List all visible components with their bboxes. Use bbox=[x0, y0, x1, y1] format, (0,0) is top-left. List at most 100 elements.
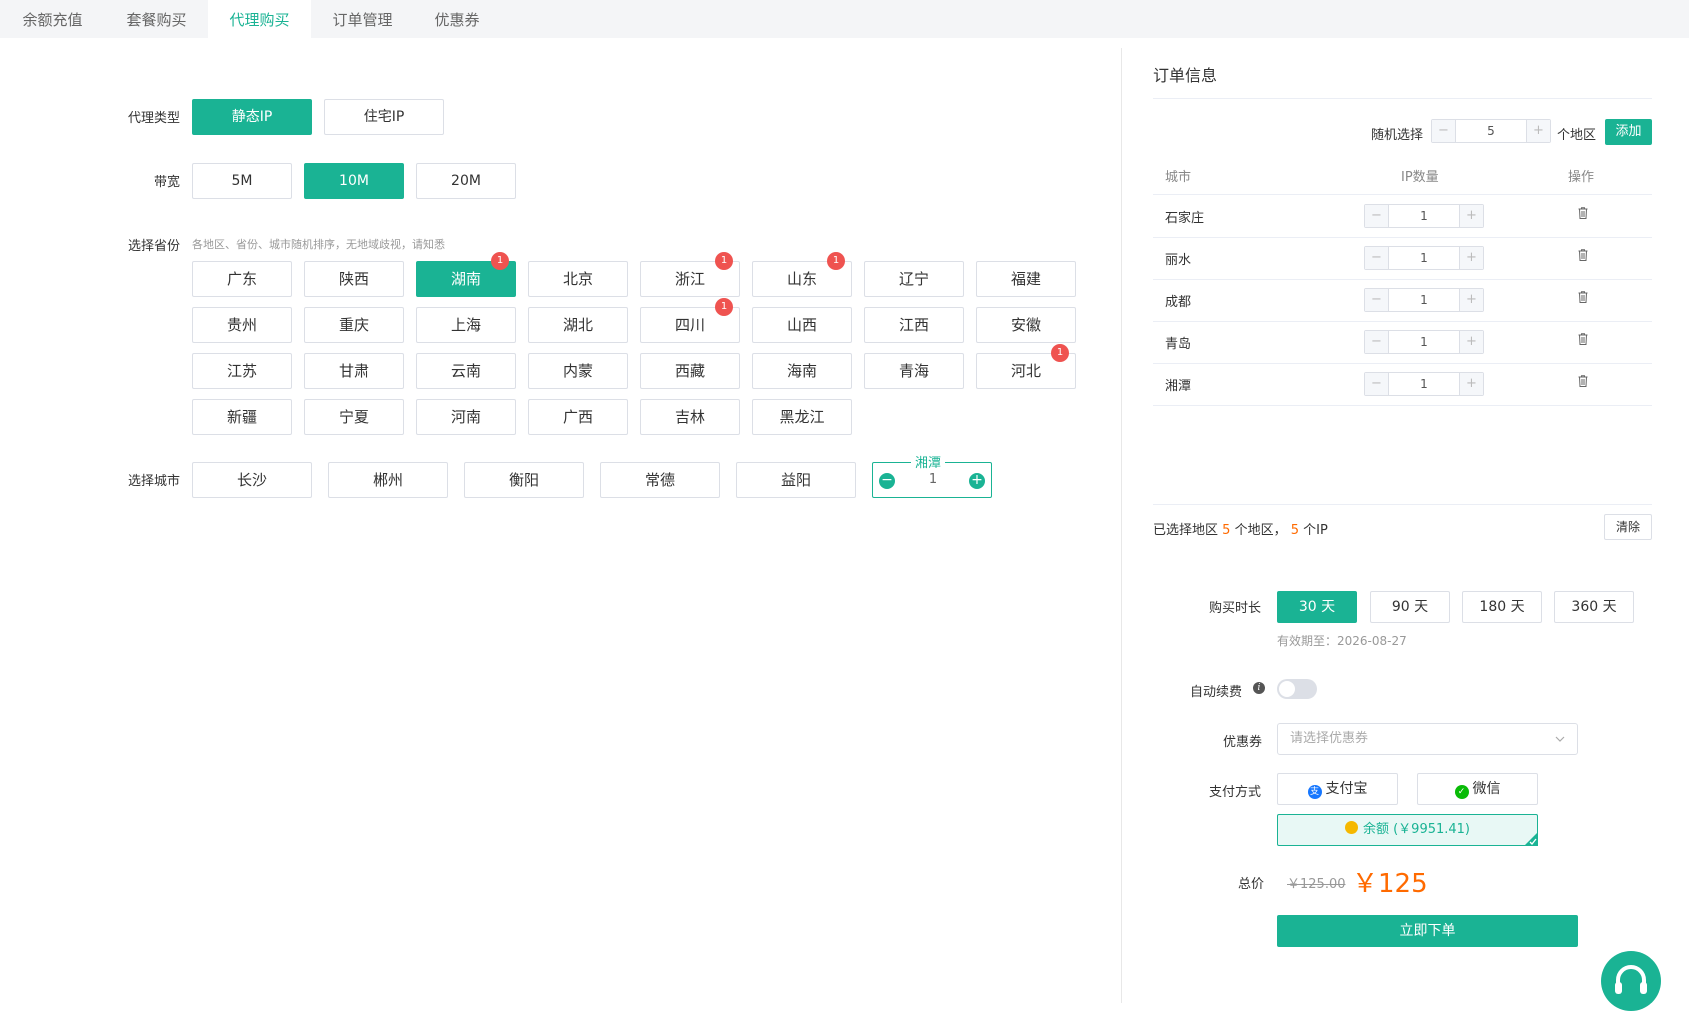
duration-180-button[interactable]: 180 天 bbox=[1462, 591, 1542, 623]
info-icon: i bbox=[1253, 682, 1265, 694]
province-button[interactable]: 湖北 bbox=[528, 307, 628, 343]
bandwidth-20m-button[interactable]: 20M bbox=[416, 163, 516, 199]
province-button[interactable]: 四川 1 bbox=[640, 298, 740, 343]
province-button[interactable]: 海南 bbox=[752, 353, 852, 389]
qty-plus-button[interactable]: + bbox=[1459, 373, 1483, 395]
stepper-plus-button[interactable]: + bbox=[969, 473, 985, 489]
qty-plus-button[interactable]: + bbox=[1459, 331, 1483, 353]
province-name: 贵州 bbox=[226, 316, 257, 334]
trash-icon[interactable] bbox=[1578, 291, 1588, 303]
province-label: 选择省份 bbox=[127, 239, 180, 254]
city-button-changde[interactable]: 常德 bbox=[600, 462, 720, 498]
tab-package-purchase[interactable]: 套餐购买 bbox=[105, 0, 208, 38]
qty-value[interactable]: 1 bbox=[1389, 331, 1459, 353]
province-button[interactable]: 重庆 bbox=[304, 307, 404, 343]
province-button[interactable]: 福建 bbox=[976, 261, 1076, 297]
qty-value[interactable]: 1 bbox=[1389, 247, 1459, 269]
pay-wechat-button[interactable]: ✓ 微信 bbox=[1417, 773, 1538, 805]
bandwidth-10m-button[interactable]: 10M bbox=[304, 163, 404, 199]
tab-proxy-purchase[interactable]: 代理购买 bbox=[208, 0, 311, 38]
qty-plus-button[interactable]: + bbox=[1459, 289, 1483, 311]
city-button-changsha[interactable]: 长沙 bbox=[192, 462, 312, 498]
proxy-type-residential-button[interactable]: 住宅IP bbox=[324, 99, 444, 135]
trash-icon[interactable] bbox=[1578, 333, 1588, 345]
trash-icon[interactable] bbox=[1578, 375, 1588, 387]
city-button-chenzhou[interactable]: 郴州 bbox=[328, 462, 448, 498]
wechat-label: 微信 bbox=[1472, 781, 1501, 797]
province-button[interactable]: 宁夏 bbox=[304, 399, 404, 435]
province-button[interactable]: 浙江 1 bbox=[640, 252, 740, 297]
bandwidth-5m-button[interactable]: 5M bbox=[192, 163, 292, 199]
tab-order-management[interactable]: 订单管理 bbox=[311, 0, 414, 38]
province-button[interactable]: 山东 1 bbox=[752, 252, 852, 297]
province-button[interactable]: 江苏 bbox=[192, 353, 292, 389]
duration-30-button[interactable]: 30 天 bbox=[1277, 591, 1357, 623]
trash-icon[interactable] bbox=[1578, 207, 1588, 219]
payment-label: 支付方式 bbox=[1209, 785, 1262, 800]
qty-plus-button[interactable]: + bbox=[1459, 205, 1483, 227]
province-button[interactable]: 北京 bbox=[528, 261, 628, 297]
proxy-type-static-button[interactable]: 静态IP bbox=[192, 99, 312, 135]
province-button[interactable]: 甘肃 bbox=[304, 353, 404, 389]
province-button[interactable]: 青海 bbox=[864, 353, 964, 389]
province-button[interactable]: 内蒙 bbox=[528, 353, 628, 389]
customer-support-button[interactable] bbox=[1601, 951, 1661, 1011]
province-button[interactable]: 辽宁 bbox=[864, 261, 964, 297]
city-button-hengyang[interactable]: 衡阳 bbox=[464, 462, 584, 498]
row-divider bbox=[1153, 405, 1652, 406]
add-button[interactable]: 添加 bbox=[1605, 119, 1652, 145]
province-button[interactable]: 江西 bbox=[864, 307, 964, 343]
tab-coupons[interactable]: 优惠券 bbox=[414, 0, 500, 38]
qty-minus-button[interactable]: − bbox=[1365, 289, 1389, 311]
province-button[interactable]: 湖南 1 bbox=[416, 252, 516, 297]
province-button[interactable]: 新疆 bbox=[192, 399, 292, 435]
random-count-value[interactable]: 5 bbox=[1456, 120, 1526, 142]
coupon-select[interactable]: 请选择优惠券 bbox=[1277, 723, 1578, 755]
province-button[interactable]: 西藏 bbox=[640, 353, 740, 389]
qty-value[interactable]: 1 bbox=[1389, 205, 1459, 227]
duration-label: 购买时长 bbox=[1209, 601, 1262, 616]
stepper-value[interactable]: 1 bbox=[903, 463, 963, 497]
province-button[interactable]: 河北 1 bbox=[976, 344, 1076, 389]
autorenew-toggle[interactable] bbox=[1277, 679, 1317, 699]
place-order-button[interactable]: 立即下单 bbox=[1277, 915, 1578, 947]
autorenew-label: 自动续费 bbox=[1190, 685, 1243, 700]
province-button[interactable]: 吉林 bbox=[640, 399, 740, 435]
qty-minus-button[interactable]: − bbox=[1365, 205, 1389, 227]
province-name: 山东 bbox=[786, 270, 817, 288]
province-button[interactable]: 广东 bbox=[192, 261, 292, 297]
pay-balance-button[interactable]: 余额 (￥9951.41) bbox=[1277, 814, 1538, 846]
row-divider bbox=[1153, 321, 1652, 322]
duration-90-button[interactable]: 90 天 bbox=[1370, 591, 1450, 623]
duration-360-button[interactable]: 360 天 bbox=[1554, 591, 1634, 623]
qty-value[interactable]: 1 bbox=[1389, 373, 1459, 395]
province-button[interactable]: 安徽 bbox=[976, 307, 1076, 343]
clear-button[interactable]: 清除 bbox=[1604, 514, 1652, 540]
province-button[interactable]: 上海 bbox=[416, 307, 516, 343]
qty-minus-button[interactable]: − bbox=[1365, 331, 1389, 353]
qty-value[interactable]: 1 bbox=[1389, 289, 1459, 311]
province-name: 内蒙 bbox=[562, 362, 593, 380]
qty-plus-button[interactable]: + bbox=[1459, 247, 1483, 269]
province-button[interactable]: 贵州 bbox=[192, 307, 292, 343]
total-label: 总价 bbox=[1238, 877, 1265, 892]
province-name: 北京 bbox=[562, 270, 593, 288]
tab-balance-recharge[interactable]: 余额充值 bbox=[0, 0, 105, 38]
qty-minus-button[interactable]: − bbox=[1365, 373, 1389, 395]
province-button[interactable]: 山西 bbox=[752, 307, 852, 343]
province-button[interactable]: 陕西 bbox=[304, 261, 404, 297]
balance-label: 余额 (￥9951.41) bbox=[1362, 822, 1471, 837]
qty-minus-button[interactable]: − bbox=[1365, 247, 1389, 269]
panel-divider bbox=[1121, 48, 1122, 1003]
province-button[interactable]: 广西 bbox=[528, 399, 628, 435]
city-button-yiyang[interactable]: 益阳 bbox=[736, 462, 856, 498]
stepper-minus-button[interactable]: − bbox=[879, 473, 895, 489]
random-plus-button[interactable]: + bbox=[1526, 120, 1550, 142]
province-button[interactable]: 黑龙江 bbox=[752, 399, 852, 435]
proxy-type-label: 代理类型 bbox=[127, 111, 180, 126]
trash-icon[interactable] bbox=[1578, 249, 1588, 261]
random-minus-button[interactable]: − bbox=[1432, 120, 1456, 142]
pay-alipay-button[interactable]: 支支付宝 bbox=[1277, 773, 1398, 805]
province-button[interactable]: 云南 bbox=[416, 353, 516, 389]
province-button[interactable]: 河南 bbox=[416, 399, 516, 435]
